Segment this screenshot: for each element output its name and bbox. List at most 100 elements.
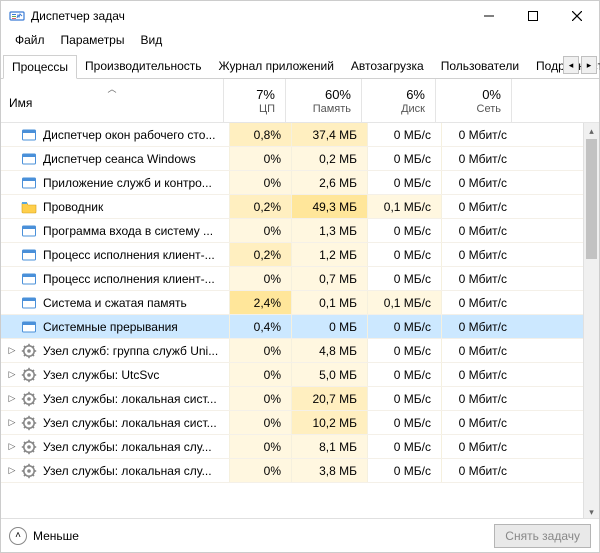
window-title: Диспетчер задач bbox=[31, 9, 467, 23]
tab-scroll: ◂ ▸ bbox=[561, 56, 597, 74]
process-name: Узел службы: локальная слу... bbox=[43, 440, 229, 454]
maximize-button[interactable] bbox=[511, 2, 555, 30]
process-row[interactable]: ▷Узел службы: локальная слу...0%3,8 МБ0 … bbox=[1, 459, 583, 483]
network-total-pct: 0% bbox=[482, 87, 501, 102]
memory-cell: 3,8 МБ bbox=[291, 459, 367, 482]
column-header-name[interactable]: ︿ Имя bbox=[1, 79, 223, 122]
network-cell: 0 Мбит/с bbox=[441, 147, 517, 170]
window-icon bbox=[21, 127, 37, 143]
process-name: Узел службы: локальная слу... bbox=[43, 464, 229, 478]
memory-cell: 0,7 МБ bbox=[291, 267, 367, 290]
process-name: Диспетчер окон рабочего сто... bbox=[43, 128, 229, 142]
tab-scroll-right[interactable]: ▸ bbox=[581, 56, 597, 74]
tab-strip: Процессы Производительность Журнал прило… bbox=[1, 53, 599, 79]
window-icon bbox=[21, 151, 37, 167]
menu-view[interactable]: Вид bbox=[132, 31, 170, 53]
expand-toggle-icon[interactable]: ▷ bbox=[5, 465, 19, 476]
cpu-cell: 0,4% bbox=[229, 315, 291, 338]
disk-cell: 0 МБ/с bbox=[367, 243, 441, 266]
column-header-memory[interactable]: 60% Память bbox=[285, 79, 361, 122]
process-row[interactable]: ▷Узел службы: UtcSvc0%5,0 МБ0 МБ/с0 Мбит… bbox=[1, 363, 583, 387]
process-name: Проводник bbox=[43, 200, 229, 214]
menu-file[interactable]: Файл bbox=[7, 31, 53, 53]
process-name: Системные прерывания bbox=[43, 320, 229, 334]
process-row[interactable]: ▷Узел служб: группа служб Uni...0%4,8 МБ… bbox=[1, 339, 583, 363]
tab-apphistory[interactable]: Журнал приложений bbox=[210, 54, 343, 78]
memory-cell: 2,6 МБ bbox=[291, 171, 367, 194]
memory-cell: 10,2 МБ bbox=[291, 411, 367, 434]
disk-cell: 0 МБ/с bbox=[367, 171, 441, 194]
network-cell: 0 Мбит/с bbox=[441, 171, 517, 194]
process-row[interactable]: Система и сжатая память2,4%0,1 МБ0,1 МБ/… bbox=[1, 291, 583, 315]
expand-toggle-icon[interactable]: ▷ bbox=[5, 369, 19, 380]
tab-processes[interactable]: Процессы bbox=[3, 55, 77, 79]
vertical-scrollbar[interactable]: ▴ ▾ bbox=[583, 123, 599, 520]
network-cell: 0 Мбит/с bbox=[441, 195, 517, 218]
gear-icon bbox=[21, 343, 37, 359]
network-cell: 0 Мбит/с bbox=[441, 267, 517, 290]
process-row[interactable]: Системные прерывания0,4%0 МБ0 МБ/с0 Мбит… bbox=[1, 315, 583, 339]
process-row[interactable]: Программа входа в систему ...0%1,3 МБ0 М… bbox=[1, 219, 583, 243]
process-row[interactable]: Проводник0,2%49,3 МБ0,1 МБ/с0 Мбит/с bbox=[1, 195, 583, 219]
process-row[interactable]: Диспетчер сеанса Windows0%0,2 МБ0 МБ/с0 … bbox=[1, 147, 583, 171]
titlebar: Диспетчер задач bbox=[1, 1, 599, 31]
disk-cell: 0 МБ/с bbox=[367, 387, 441, 410]
close-button[interactable] bbox=[555, 2, 599, 30]
expand-toggle-icon[interactable]: ▷ bbox=[5, 345, 19, 356]
process-row[interactable]: Диспетчер окон рабочего сто...0,8%37,4 М… bbox=[1, 123, 583, 147]
cpu-total-pct: 7% bbox=[256, 87, 275, 102]
disk-cell: 0,1 МБ/с bbox=[367, 291, 441, 314]
fewer-details-label: Меньше bbox=[33, 529, 79, 543]
gear-icon bbox=[21, 439, 37, 455]
column-header-network[interactable]: 0% Сеть bbox=[435, 79, 511, 122]
footer: ˄ Меньше Снять задачу bbox=[1, 518, 599, 552]
expand-toggle-icon[interactable]: ▷ bbox=[5, 441, 19, 452]
cpu-cell: 2,4% bbox=[229, 291, 291, 314]
taskmanager-icon bbox=[9, 8, 25, 24]
window-icon bbox=[21, 319, 37, 335]
network-cell: 0 Мбит/с bbox=[441, 411, 517, 434]
process-row[interactable]: Процесс исполнения клиент-...0%0,7 МБ0 М… bbox=[1, 267, 583, 291]
fewer-details-button[interactable]: ˄ Меньше bbox=[9, 527, 79, 545]
tab-performance[interactable]: Производительность bbox=[76, 54, 210, 78]
process-name: Узел службы: UtcSvc bbox=[43, 368, 229, 382]
menu-options[interactable]: Параметры bbox=[53, 31, 133, 53]
chevron-up-icon: ˄ bbox=[9, 527, 27, 545]
column-header-cpu[interactable]: 7% ЦП bbox=[223, 79, 285, 122]
disk-cell: 0 МБ/с bbox=[367, 219, 441, 242]
minimize-icon bbox=[484, 11, 494, 21]
minimize-button[interactable] bbox=[467, 2, 511, 30]
network-cell: 0 Мбит/с bbox=[441, 435, 517, 458]
expand-toggle-icon[interactable]: ▷ bbox=[5, 393, 19, 404]
process-row[interactable]: ▷ Узел службы: локальная слу...0%8,1 МБ 0 … bbox=[1, 435, 583, 459]
tab-startup[interactable]: Автозагрузка bbox=[342, 54, 433, 78]
disk-cell: 0 МБ/с bbox=[367, 147, 441, 170]
network-cell: 0 Мбит/с bbox=[441, 219, 517, 242]
memory-cell: 0 МБ bbox=[291, 315, 367, 338]
cpu-cell: 0% bbox=[229, 147, 291, 170]
scroll-up-icon[interactable]: ▴ bbox=[584, 123, 599, 139]
window-icon bbox=[21, 175, 37, 191]
cpu-cell: 0,2% bbox=[229, 195, 291, 218]
end-task-button[interactable]: Снять задачу bbox=[494, 524, 591, 548]
tab-users[interactable]: Пользователи bbox=[432, 54, 528, 78]
column-header-disk[interactable]: 6% Диск bbox=[361, 79, 435, 122]
process-name: Система и сжатая память bbox=[43, 296, 229, 310]
scroll-thumb[interactable] bbox=[586, 139, 597, 259]
column-header-name-label: Имя bbox=[1, 96, 223, 110]
cpu-cell: 0% bbox=[229, 435, 291, 458]
memory-total-pct: 60% bbox=[325, 87, 351, 102]
maximize-icon bbox=[528, 11, 538, 21]
scroll-track[interactable] bbox=[584, 139, 599, 504]
process-name: Диспетчер сеанса Windows bbox=[43, 152, 229, 166]
disk-total-pct: 6% bbox=[406, 87, 425, 102]
process-row[interactable]: Приложение служб и контро...0%2,6 МБ0 МБ… bbox=[1, 171, 583, 195]
expand-toggle-icon[interactable]: ▷ bbox=[5, 417, 19, 428]
window-icon bbox=[21, 271, 37, 287]
tab-scroll-left[interactable]: ◂ bbox=[563, 56, 579, 74]
memory-cell: 8,1 МБ bbox=[291, 435, 367, 458]
process-row[interactable]: ▷Узел службы: локальная сист...0%20,7 МБ… bbox=[1, 387, 583, 411]
process-row[interactable]: Процесс исполнения клиент-...0,2%1,2 МБ0… bbox=[1, 243, 583, 267]
memory-cell: 1,3 МБ bbox=[291, 219, 367, 242]
process-row[interactable]: ▷Узел службы: локальная сист...0%10,2 МБ… bbox=[1, 411, 583, 435]
